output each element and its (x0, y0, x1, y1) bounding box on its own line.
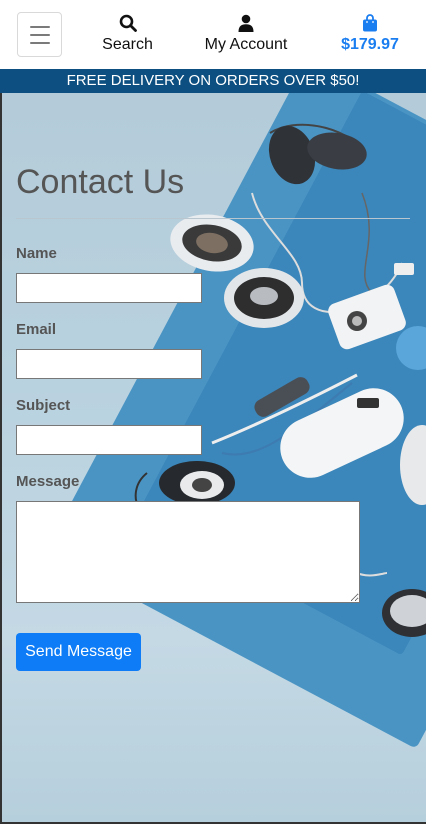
email-input[interactable] (16, 349, 202, 379)
email-label: Email (16, 321, 57, 338)
navbar: Search My Account $179.97 (0, 0, 426, 69)
message-textarea[interactable] (16, 501, 360, 603)
name-label: Name (16, 245, 57, 262)
subject-input[interactable] (16, 425, 202, 455)
hero-background-image (2, 93, 426, 822)
shopping-bag-icon (363, 14, 377, 32)
cart-total: $179.97 (341, 36, 399, 53)
menu-toggle-button[interactable] (17, 12, 62, 57)
name-input[interactable] (16, 273, 202, 303)
menu-icon (29, 25, 50, 28)
search-icon (119, 14, 137, 32)
subject-label: Subject (16, 397, 71, 414)
send-message-button[interactable]: Send Message (16, 633, 141, 671)
products-image (134, 123, 426, 637)
nav-account-label: My Account (204, 36, 288, 53)
title-divider (16, 218, 410, 219)
nav-search-label: Search (102, 36, 153, 53)
nav-cart-link[interactable]: $179.97 (337, 14, 403, 54)
promo-banner: FREE DELIVERY ON ORDERS OVER $50! (0, 69, 426, 93)
promo-banner-text: FREE DELIVERY ON ORDERS OVER $50! (66, 72, 360, 89)
nav-search-link[interactable]: Search (100, 14, 155, 54)
nav-account-link[interactable]: My Account (200, 14, 292, 54)
page-title: Contact Us (16, 163, 185, 201)
message-label: Message (16, 473, 80, 490)
user-icon (238, 14, 254, 32)
